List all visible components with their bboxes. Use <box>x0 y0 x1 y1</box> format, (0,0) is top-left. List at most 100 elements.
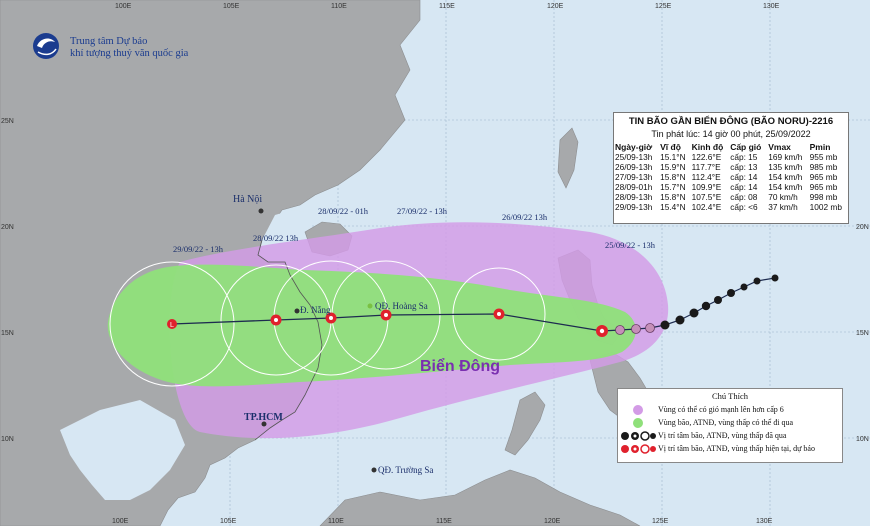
table-cell: 154 km/h <box>768 172 803 182</box>
table-row: 26/09-13h 15.9°N 117.7°E cấp: 13 135 km/… <box>614 162 848 172</box>
tick-lon-bottom: 100E <box>112 518 129 525</box>
track-label-29-09: 29/09/22 - 13h <box>173 244 224 254</box>
table-row: 25/09-13h 15.1°N 122.6°E cấp: 15 169 km/… <box>614 152 848 162</box>
table-cell: 169 km/h <box>768 152 803 162</box>
tick-lon-bottom: 105E <box>220 518 237 525</box>
bulletin-header-row: Ngày-giờ Vĩ độ Kinh độ Cấp gió Vmax Pmin <box>614 142 848 152</box>
tick-lon-top: 105E <box>223 3 240 10</box>
track-label-26-09: 26/09/22 13h <box>502 212 548 222</box>
tick-lat: 25N <box>1 118 14 125</box>
past-position-marker <box>689 308 699 318</box>
past-position-marker <box>675 315 685 325</box>
svg-text:L: L <box>170 322 174 329</box>
legend-item-label: Vị trí tâm bão, ATNĐ, vùng thấp đã qua <box>658 431 787 440</box>
table-cell: cấp: <6 <box>730 202 758 212</box>
past-position-marker <box>771 274 779 282</box>
nchmf-logo <box>33 33 59 59</box>
legend-item-wind-zone: Vùng có thể có gió mạnh lên hơn cấp 6 <box>618 403 842 416</box>
past-position-marker <box>631 324 641 334</box>
legend-title: Chú Thích <box>712 391 748 401</box>
col-header: Ngày-giờ <box>615 142 653 152</box>
tick-lon-bottom: 120E <box>544 518 561 525</box>
current-symbols-icon <box>618 443 658 454</box>
org-name-line2: khí tượng thuỷ văn quốc gia <box>70 48 189 59</box>
table-cell: 15.7°N <box>660 182 686 192</box>
table-cell: 15.8°N <box>660 192 686 202</box>
table-cell: 15.1°N <box>660 152 686 162</box>
legend-item-storm-zone: Vùng bão, ATNĐ, vùng thấp có thể đi qua <box>618 416 842 429</box>
tick-lon-top: 130E <box>763 3 780 10</box>
past-position-marker <box>727 289 735 297</box>
tp-hcm-label: TP.HCM <box>244 412 283 423</box>
ha-noi-marker <box>258 208 264 214</box>
past-symbols-icon <box>618 430 658 441</box>
table-cell: 135 km/h <box>768 162 803 172</box>
bulletin-issued: Tin phát lúc: 14 giờ 00 phút, 25/09/2022 <box>651 129 811 139</box>
forecast-marker-28-09-13h <box>270 314 282 326</box>
tick-lat-right: 20N <box>856 224 869 231</box>
tick-lon-bottom: 130E <box>756 518 773 525</box>
da-nang-label: Đ. Nẵng <box>300 305 331 315</box>
tick-lat-right: 15N <box>856 330 869 337</box>
track-label-27-09: 27/09/22 - 13h <box>397 206 448 216</box>
table-row: 29/09-13h 15.4°N 102.4°E cấp: <6 37 km/h… <box>614 202 848 212</box>
hoang-sa-label: QĐ. Hoàng Sa <box>375 301 428 311</box>
legend-item-past-positions: Vị trí tâm bão, ATNĐ, vùng thấp đã qua <box>618 429 842 442</box>
past-position-marker <box>645 323 655 333</box>
table-cell: 37 km/h <box>768 202 798 212</box>
bien-dong-label: Biển Đông <box>420 357 500 375</box>
tick-lon-top: 120E <box>547 3 564 10</box>
col-header: Vmax <box>768 142 791 152</box>
legend-item-label: Vùng bão, ATNĐ, vùng thấp có thể đi qua <box>658 418 794 427</box>
legend-item-label: Vùng có thể có gió mạnh lên hơn cấp 6 <box>658 405 784 414</box>
tick-lon-top: 125E <box>655 3 672 10</box>
tick-lon-bottom: 115E <box>436 518 452 525</box>
table-cell: cấp: 13 <box>730 162 758 172</box>
bulletin-table: Ngày-giờ Vĩ độ Kinh độ Cấp gió Vmax Pmin… <box>614 142 848 212</box>
ha-noi-label: Hà Nội <box>233 194 262 205</box>
forecast-marker-27-09 <box>380 309 392 321</box>
table-cell: 107.5°E <box>691 192 722 202</box>
table-row: 27/09-13h 15.8°N 112.4°E cấp: 14 154 km/… <box>614 172 848 182</box>
legend-item-current-positions: Vị trí tâm bão, ATNĐ, vùng thấp hiện tại… <box>618 442 842 455</box>
table-cell: 15.4°N <box>660 202 686 212</box>
table-cell: 112.4°E <box>691 172 721 182</box>
table-cell: 102.4°E <box>691 202 722 212</box>
current-position-marker <box>596 325 608 337</box>
tick-lon-top: 100E <box>115 3 132 10</box>
table-cell: 26/09-13h <box>615 162 653 172</box>
table-cell: 965 mb <box>809 172 838 182</box>
hoang-sa-marker <box>367 303 373 309</box>
col-header: Pmin <box>809 142 831 152</box>
org-name-line1: Trung tâm Dự báo <box>70 36 148 47</box>
tick-lat: 20N <box>1 224 14 231</box>
track-label-28-09-01h: 28/09/22 - 01h <box>318 206 369 216</box>
tick-lat: 10N <box>1 436 14 443</box>
bulletin-box: TIN BÃO GẦN BIỂN ĐÔNG (BÃO NORU)-2216 Ti… <box>613 112 849 224</box>
map-legend: Chú Thích Vùng có thể có gió mạnh lên hơ… <box>617 388 843 463</box>
da-nang-marker <box>294 308 300 314</box>
past-position-marker <box>753 277 761 285</box>
table-cell: 965 mb <box>809 182 838 192</box>
purple-zone-swatch <box>618 404 658 415</box>
table-cell: 154 km/h <box>768 182 803 192</box>
table-cell: 985 mb <box>809 162 838 172</box>
tick-lon-bottom: 125E <box>652 518 669 525</box>
past-position-marker <box>615 325 625 335</box>
org-name: Trung tâm Dự báo khí tượng thuỷ văn quốc… <box>70 36 188 60</box>
table-cell: 998 mb <box>809 192 838 202</box>
tick-lon-top: 115E <box>439 3 455 10</box>
col-header: Cấp gió <box>730 142 762 152</box>
table-cell: 28/09-01h <box>615 182 653 192</box>
table-cell: 15.9°N <box>660 162 686 172</box>
table-cell: 117.7°E <box>691 162 721 172</box>
table-cell: 15.8°N <box>660 172 686 182</box>
forecast-marker-26-09 <box>493 308 505 320</box>
past-position-marker <box>660 320 670 330</box>
truong-sa-label: QĐ. Trường Sa <box>378 465 433 475</box>
table-cell: 25/09-13h <box>615 152 653 162</box>
tick-lon-top: 110E <box>331 3 347 10</box>
table-cell: 122.6°E <box>691 152 722 162</box>
table-cell: cấp: 15 <box>730 152 758 162</box>
col-header: Vĩ độ <box>660 142 681 152</box>
